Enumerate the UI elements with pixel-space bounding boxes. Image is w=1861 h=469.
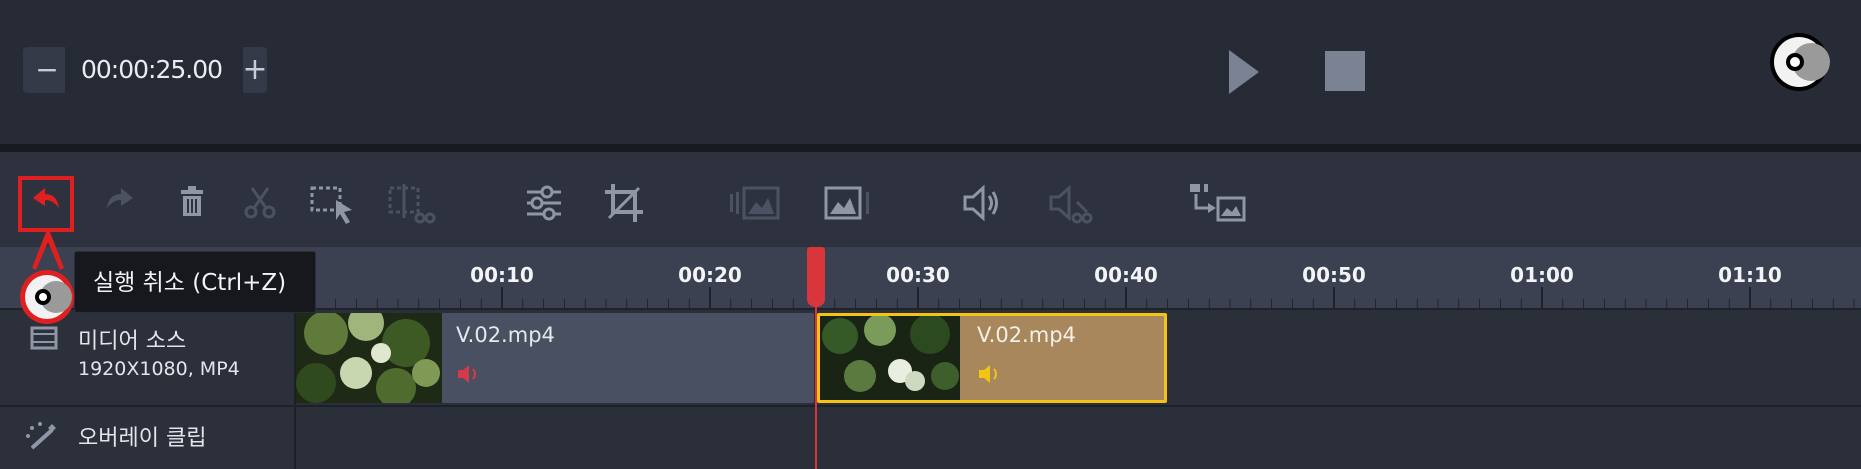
ruler-tick-label: 00:40: [1094, 263, 1158, 287]
delete-button[interactable]: [166, 178, 218, 228]
time-stepper: − 00:00:25.00 +: [23, 47, 269, 93]
trash-icon: [181, 186, 203, 216]
sliders-icon: [527, 185, 561, 221]
mute-icon: [1049, 184, 1093, 224]
crop-button[interactable]: [598, 178, 650, 228]
overlay-track-label: 오버레이 클립: [78, 426, 207, 451]
ruler-tick-label: 00:20: [678, 263, 742, 287]
decrement-time-button[interactable]: −: [33, 55, 61, 85]
mute-button[interactable]: [1042, 178, 1094, 228]
playhead-line: [815, 300, 817, 469]
preview-panel: [0, 0, 1861, 144]
magic-wand-icon: [24, 420, 60, 452]
clip-thumbnail: [820, 316, 960, 400]
volume-button[interactable]: [956, 178, 1008, 228]
fade-in-button[interactable]: [728, 178, 780, 228]
audio-icon: [977, 363, 1003, 385]
audio-muted-icon: [456, 363, 482, 385]
play-button[interactable]: [1226, 48, 1262, 96]
clip-name: V.02.mp4: [977, 323, 1076, 347]
undo-tooltip: 실행 취소 (Ctrl+Z): [74, 251, 316, 313]
adjust-button[interactable]: [518, 178, 570, 228]
select-button[interactable]: [306, 178, 358, 228]
film-icon: [30, 326, 58, 350]
video-clip[interactable]: V.02.mp4: [296, 313, 814, 403]
redo-button[interactable]: [96, 178, 148, 228]
replace-media-icon: [1190, 184, 1246, 222]
fade-out-icon: [824, 186, 869, 220]
play-icon: [1229, 50, 1259, 94]
clip-thumbnail: [296, 313, 442, 403]
replace-clip-button[interactable]: [1180, 178, 1252, 228]
ruler-tick-label: 00:30: [886, 263, 950, 287]
split-clip-icon: [388, 184, 436, 224]
ruler-tick-label: 00:10: [470, 263, 534, 287]
playhead-handle[interactable]: [807, 247, 825, 307]
video-track-label: 미디어 소스: [78, 329, 187, 354]
ruler-tick-label: 00:50: [1302, 263, 1366, 287]
stop-icon: [1325, 51, 1365, 91]
stop-button[interactable]: [1324, 50, 1366, 92]
undo-highlight-box: [18, 176, 74, 232]
fade-out-button[interactable]: [820, 178, 872, 228]
current-time-field[interactable]: 00:00:25.00: [65, 47, 243, 93]
video-track-format: 1920X1080, MP4: [78, 358, 240, 380]
increment-time-button[interactable]: +: [241, 55, 269, 85]
clip-name: V.02.mp4: [456, 323, 555, 347]
split-button[interactable]: [384, 178, 436, 228]
marquee-select-icon: [310, 186, 352, 224]
video-clip-selected[interactable]: V.02.mp4: [817, 313, 1167, 403]
ruler-tick-label: 01:10: [1718, 263, 1782, 287]
redo-icon: [107, 188, 133, 208]
preview-divider: [0, 144, 1861, 152]
overlay-track[interactable]: [296, 405, 1861, 469]
fade-in-icon: [730, 186, 780, 220]
ruler-tick-label: 01:00: [1510, 263, 1574, 287]
crop-icon: [605, 184, 643, 222]
scissors-icon: [244, 187, 276, 219]
track-divider: [0, 405, 1861, 407]
speaker-icon: [963, 184, 998, 222]
cut-button[interactable]: [234, 178, 286, 228]
cursor-marker-icon: [1767, 30, 1831, 94]
click-marker-icon: [18, 268, 76, 326]
